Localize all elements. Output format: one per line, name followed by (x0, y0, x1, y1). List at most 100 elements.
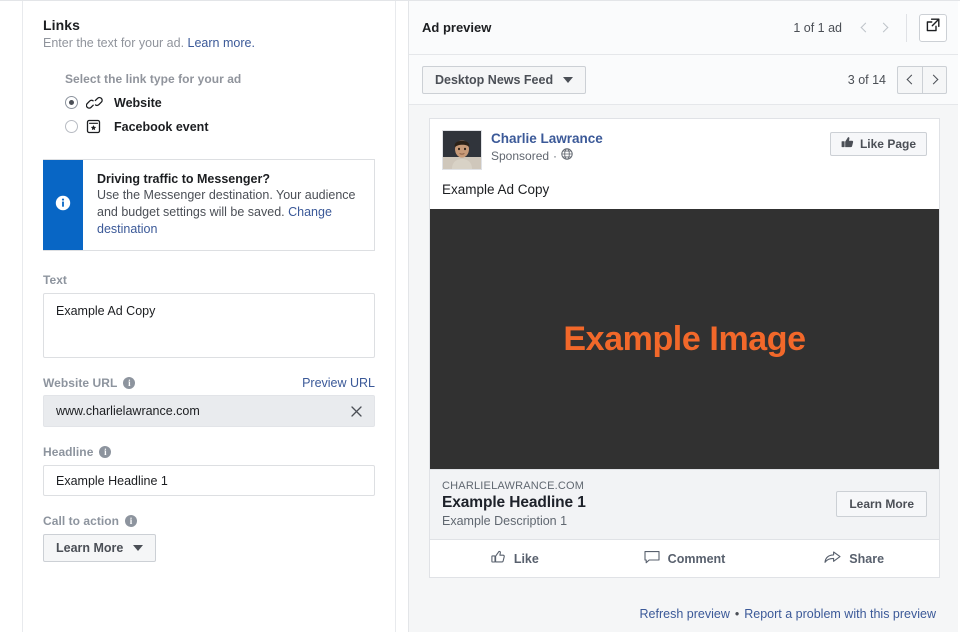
links-section-header: Links Enter the text for your ad. Learn … (23, 17, 395, 52)
share-action[interactable]: Share (769, 540, 939, 577)
website-url-label-row: Website URL i Preview URL (43, 376, 375, 390)
avatar[interactable] (442, 130, 482, 170)
ad-card-header: Charlie Lawrance Sponsored · Like Page (430, 119, 939, 170)
links-panel-inner: Links Enter the text for your ad. Learn … (22, 1, 396, 632)
link-type-group: Select the link type for your ad Website (23, 72, 395, 137)
ad-body-copy: Example Ad Copy (442, 182, 550, 197)
placement-value: Desktop News Feed (435, 72, 554, 87)
learn-more-link[interactable]: Learn more. (188, 36, 255, 50)
sponsored-separator: · (553, 148, 558, 163)
ad-action-bar: Like Comment Share (430, 539, 939, 577)
thumbs-up-outline-icon (491, 550, 506, 568)
headline-input[interactable]: Example Headline 1 (43, 465, 375, 496)
ad-preview-count: 1 of 1 ad (793, 20, 842, 35)
ad-card: Charlie Lawrance Sponsored · Like Page E… (429, 118, 940, 578)
share-arrow-icon (824, 550, 841, 567)
placement-pager-count: 3 of 14 (847, 72, 886, 87)
ad-preview-footer: Refresh preview • Report a problem with … (409, 596, 960, 632)
comment-action[interactable]: Comment (600, 540, 770, 577)
ad-sponsored-row: Sponsored · (491, 148, 830, 163)
preview-url-link[interactable]: Preview URL (302, 376, 375, 390)
report-problem-link[interactable]: Report a problem with this preview (744, 607, 936, 621)
ad-headline: Example Headline 1 (442, 494, 586, 511)
ad-display-domain: CHARLIELAWRANCE.COM (442, 480, 585, 492)
ad-preview-title: Ad preview (422, 20, 492, 35)
globe-icon (561, 148, 573, 163)
ad-cta-button[interactable]: Learn More (836, 491, 927, 517)
headline-label: Headline i (43, 445, 375, 459)
like-page-label: Like Page (859, 137, 916, 151)
chain-link-icon (86, 96, 108, 110)
like-page-button[interactable]: Like Page (829, 132, 927, 156)
placement-pager (897, 65, 947, 94)
ad-link-attachment: CHARLIELAWRANCE.COM Example Headline 1 E… (430, 469, 939, 539)
like-action[interactable]: Like (430, 540, 600, 577)
info-icon (55, 195, 71, 216)
ad-preview-subbar: Desktop News Feed 3 of 14 (409, 55, 960, 105)
chevron-down-icon (133, 545, 144, 551)
ad-prev-button[interactable] (854, 17, 874, 39)
radio-option-facebook-event[interactable]: Facebook event (65, 116, 395, 137)
callout-text: Use the Messenger destination. Your audi… (97, 187, 360, 238)
call-to-action-value: Learn More (56, 541, 124, 555)
thumbs-up-icon (841, 136, 854, 152)
external-link-icon (926, 18, 940, 37)
page-title: Links (43, 17, 81, 33)
like-action-label: Like (513, 551, 539, 566)
info-icon[interactable]: i (123, 377, 136, 389)
radio-facebook-event-label: Facebook event (114, 119, 209, 134)
ad-link-text: CHARLIELAWRANCE.COM Example Headline 1 E… (442, 480, 836, 528)
call-to-action-label-text: Call to action (43, 514, 120, 528)
links-subtitle-text: Enter the text for your ad. (43, 36, 185, 50)
links-subtitle: Enter the text for your ad. Learn more. (43, 35, 375, 52)
placement-next-button[interactable] (922, 65, 947, 94)
text-input[interactable]: Example Ad Copy (43, 293, 375, 358)
ad-preview-header: Ad preview 1 of 1 ad (409, 1, 960, 55)
chevron-left-icon (906, 74, 916, 85)
radio-website[interactable] (65, 96, 78, 109)
callout-accent-bar (43, 160, 83, 250)
chevron-right-icon (928, 74, 939, 85)
info-icon[interactable]: i (125, 515, 138, 527)
info-icon[interactable]: i (99, 446, 112, 458)
footer-separator: • (734, 607, 740, 621)
ad-editor-page: Links Enter the text for your ad. Learn … (0, 0, 960, 632)
chevron-down-icon (563, 76, 574, 83)
messenger-callout: Driving traffic to Messenger? Use the Me… (43, 159, 375, 251)
placement-prev-button[interactable] (897, 65, 922, 94)
sponsored-label: Sponsored (491, 148, 550, 163)
radio-option-website[interactable]: Website (65, 92, 395, 113)
link-type-label: Select the link type for your ad (65, 72, 242, 86)
ad-next-button[interactable] (874, 17, 894, 39)
ad-creative-image[interactable]: Example Image (430, 209, 939, 469)
headline-group: Headline i Example Headline 1 (23, 445, 395, 496)
chevron-right-icon (878, 22, 888, 33)
share-action-label: Share (849, 551, 885, 566)
ad-preview-stage: Charlie Lawrance Sponsored · Like Page E… (409, 105, 960, 578)
radio-website-label: Website (114, 95, 162, 110)
expand-preview-button[interactable] (919, 13, 947, 42)
callout-body: Driving traffic to Messenger? Use the Me… (83, 160, 374, 250)
comment-action-label: Comment (667, 551, 726, 566)
placement-dropdown[interactable]: Desktop News Feed (422, 65, 587, 94)
call-to-action-dropdown[interactable]: Learn More (43, 534, 157, 562)
website-url-input[interactable]: www.charlielawrance.com (43, 395, 375, 427)
links-panel: Links Enter the text for your ad. Learn … (0, 0, 408, 632)
header-divider (906, 13, 907, 42)
website-url-value: www.charlielawrance.com (56, 404, 200, 418)
text-field-group: Text Example Ad Copy (23, 273, 395, 358)
close-icon[interactable] (348, 403, 364, 419)
ad-description: Example Description 1 (442, 514, 568, 528)
headline-label-text: Headline (43, 445, 94, 459)
ad-preview-panel: Ad preview 1 of 1 ad Desktop News Feed 3… (408, 0, 960, 632)
website-url-label-text: Website URL (43, 376, 118, 390)
callout-title: Driving traffic to Messenger? (97, 172, 270, 186)
radio-facebook-event[interactable] (65, 120, 78, 133)
ad-image-text: Example Image (563, 319, 806, 358)
ad-page-name[interactable]: Charlie Lawrance (491, 131, 830, 146)
call-to-action-group: Call to action i Learn More (23, 514, 395, 562)
website-url-group: Website URL i Preview URL www.charlielaw… (23, 376, 395, 427)
chevron-left-icon (860, 22, 870, 33)
refresh-preview-link[interactable]: Refresh preview (640, 607, 730, 621)
comment-bubble-icon (644, 550, 660, 568)
